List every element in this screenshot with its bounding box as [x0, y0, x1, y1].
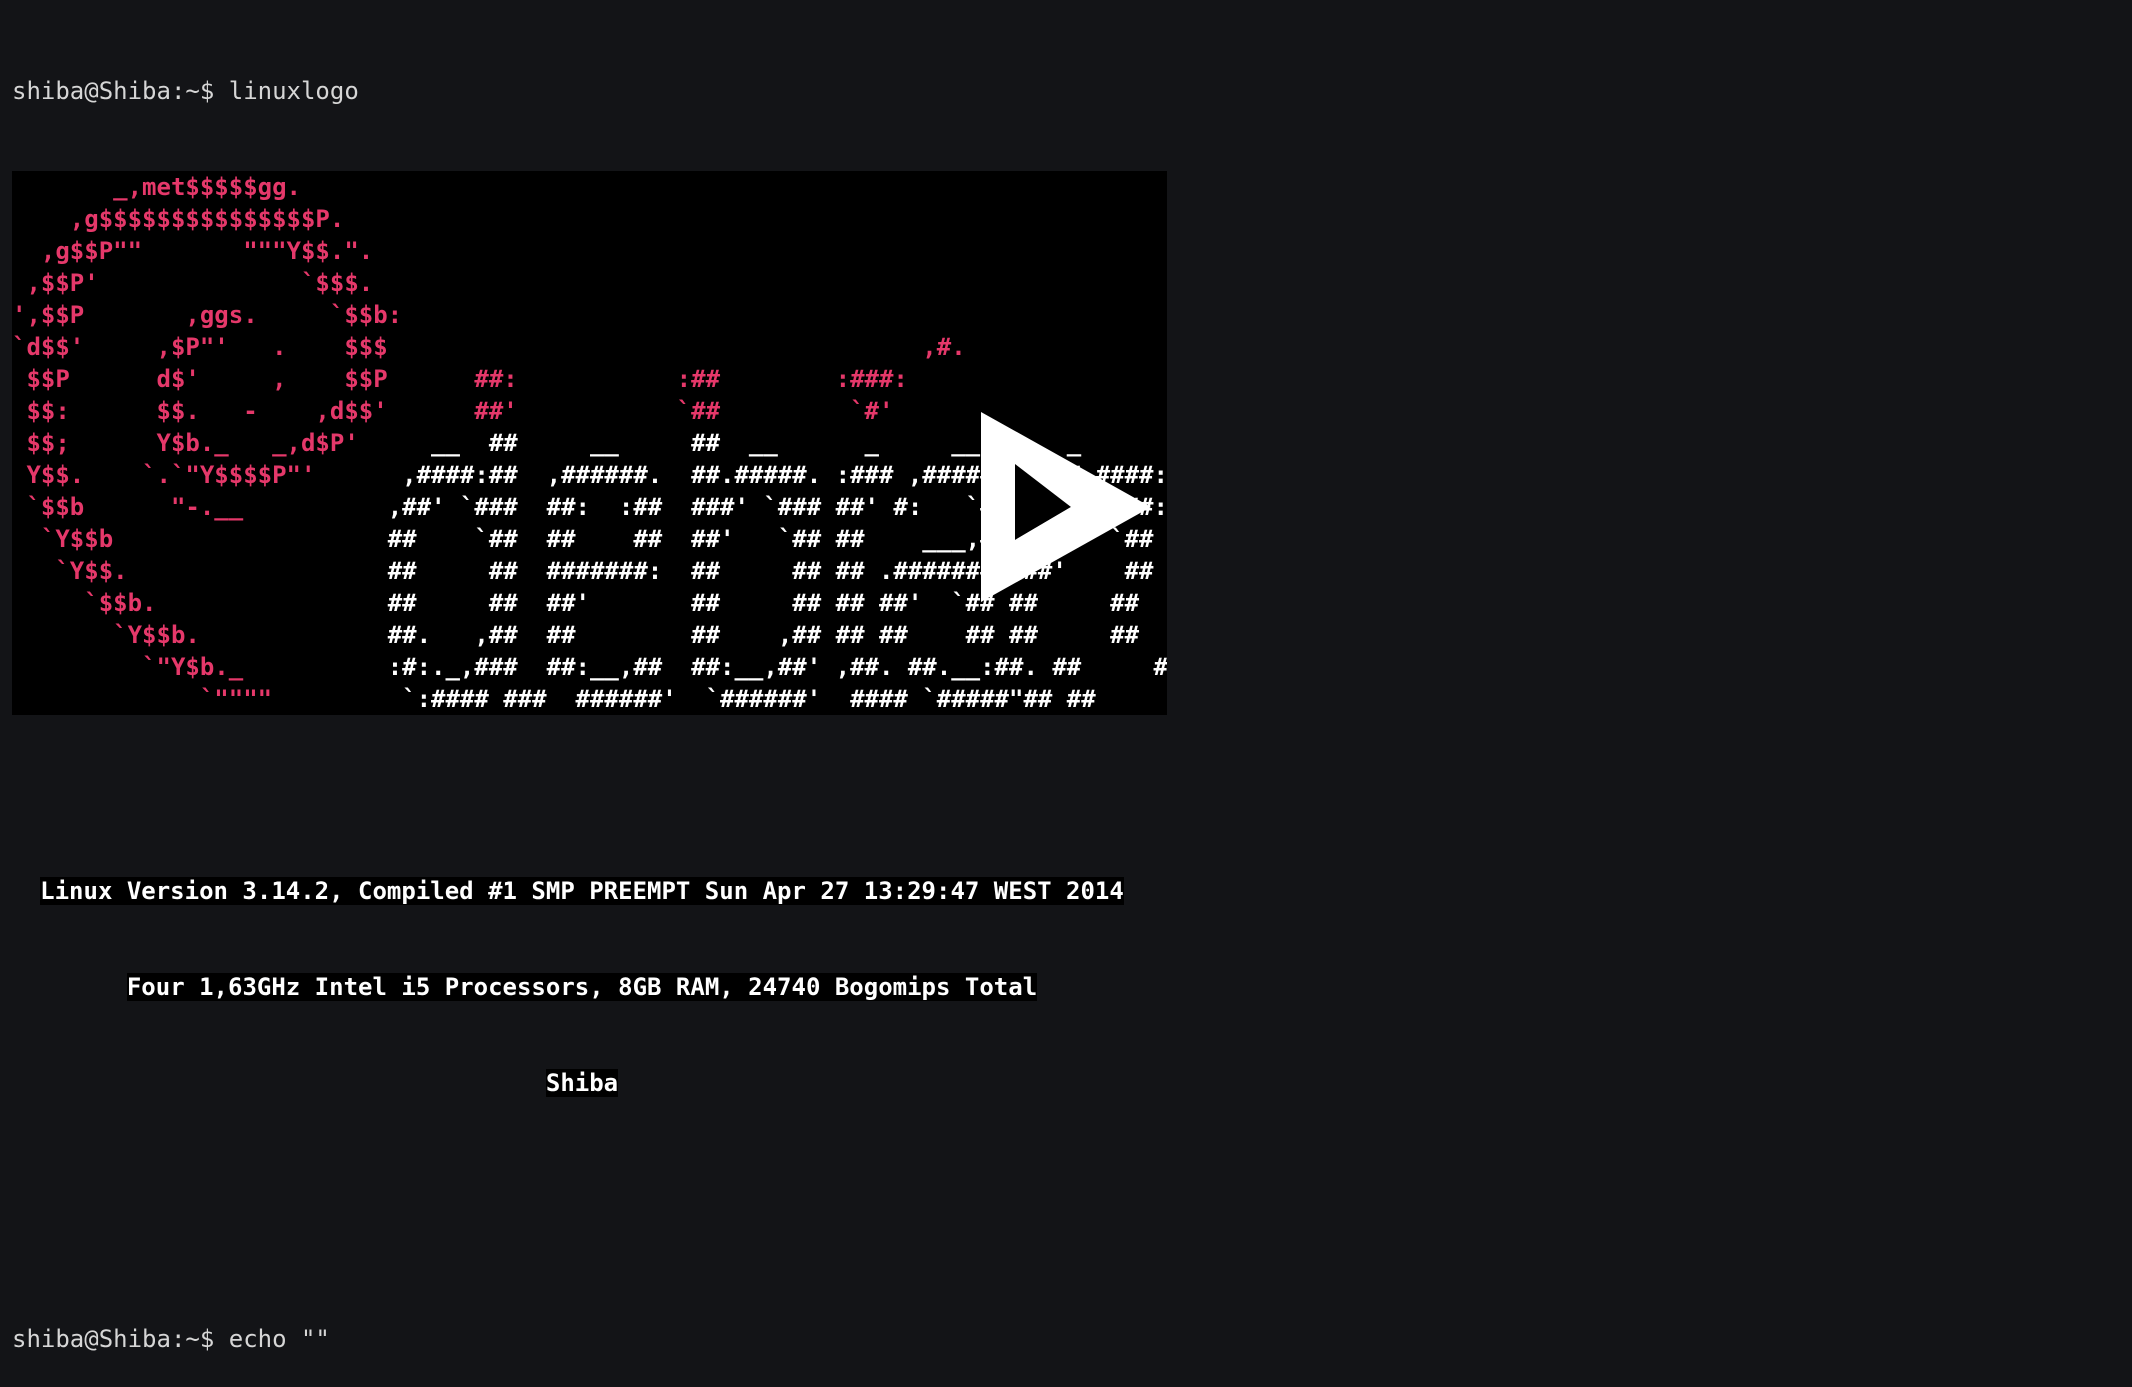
logo-swirl-segment: ,g$$$$$$$$$$$$$$$P. — [12, 205, 388, 233]
logo-line: _,met$$$$$gg. — [12, 171, 1167, 203]
logo-line: ,g$$$$$$$$$$$$$$$P. — [12, 203, 1167, 235]
logo-line: `Y$$b. ##. ,## ## ## ,## ## ## ## ## ## — [12, 619, 1167, 651]
logo-swirl-segment: ,g$$P"" """Y$$.". — [12, 237, 388, 265]
logo-swirl-segment: Y$$. `.`"Y$$$$P"' — [12, 461, 388, 489]
terminal-window[interactable]: shiba@Shiba:~$ linuxlogo _,met$$$$$gg. ,… — [12, 11, 1167, 1387]
logo-swirl-segment: `$$b "-.__ — [12, 493, 388, 521]
logo-swirl-segment: `Y$$b — [12, 525, 388, 553]
logo-word-segment: ##. ,## ## ## ,## ## ## ## ## ## — [387, 621, 1140, 649]
logo-swirl-segment: `Y$$. — [12, 557, 388, 585]
logo-swirl-segment: $$P d$' , $$P — [12, 365, 388, 393]
command-line-linuxlogo: shiba@Shiba:~$ linuxlogo — [12, 77, 359, 105]
command-line-echo: shiba@Shiba:~$ echo "" — [12, 1325, 330, 1353]
kernel-version-line: Linux Version 3.14.2, Compiled #1 SMP PR… — [12, 875, 1152, 907]
hostname-text: Shiba — [545, 1069, 619, 1097]
play-icon[interactable] — [981, 412, 1151, 602]
logo-swirl-segment: `$$b. — [12, 589, 388, 617]
logo-line: ,g$$P"" """Y$$.". — [12, 235, 1167, 267]
logo-word-segment: ##' `## `#' — [387, 397, 894, 425]
logo-swirl-segment: `"Y$b._ — [12, 653, 388, 681]
logo-swirl-segment: `d$$' ,$P"' . $$$ — [12, 333, 388, 361]
logo-word-segment: :#:._,### ##:__,## ##:__,##' ,##. ##.__:… — [387, 653, 1167, 681]
logo-word-segment: ,#. — [387, 333, 966, 361]
system-info: Linux Version 3.14.2, Compiled #1 SMP PR… — [12, 811, 1167, 1163]
logo-line: `"Y$b._ :#:._,### ##:__,## ##:__,##' ,##… — [12, 651, 1167, 683]
logo-swirl-segment: $$; Y$b._ _,d$P' — [12, 429, 388, 457]
logo-swirl-segment: ,$$P' `$$$. — [12, 269, 388, 297]
logo-line: `"""" `:#### ### ######' `######' #### `… — [12, 683, 1167, 715]
logo-line: $$P d$' , $$P ##: :## :###: — [12, 363, 1167, 395]
logo-word-segment: __ ## __ ## __ _ __ _ — [387, 429, 1082, 457]
logo-word-segment: `:#### ### ######' `######' #### `#####"… — [387, 685, 1167, 713]
logo-line: ,$$P' `$$$. — [12, 267, 1167, 299]
logo-line: `d$$' ,$P"' . $$$ ,#. — [12, 331, 1167, 363]
logo-swirl-segment: ',$$P ,ggs. `$$b: — [12, 301, 403, 329]
hardware-text: Four 1,63GHz Intel i5 Processors, 8GB RA… — [126, 973, 1038, 1001]
logo-line: ',$$P ,ggs. `$$b: — [12, 299, 1167, 331]
logo-swirl-segment: $$: $$. - ,d$$' — [12, 397, 388, 425]
logo-swirl-segment: `"""" — [12, 685, 388, 713]
logo-word-segment: ##: :## :###: — [387, 365, 908, 393]
kernel-version-text: Linux Version 3.14.2, Compiled #1 SMP PR… — [40, 877, 1124, 905]
hostname-line: Shiba — [12, 1067, 1152, 1099]
hardware-line: Four 1,63GHz Intel i5 Processors, 8GB RA… — [12, 971, 1152, 1003]
logo-swirl-segment: `Y$$b. — [12, 621, 388, 649]
logo-swirl-segment: _,met$$$$$gg. — [12, 173, 388, 201]
